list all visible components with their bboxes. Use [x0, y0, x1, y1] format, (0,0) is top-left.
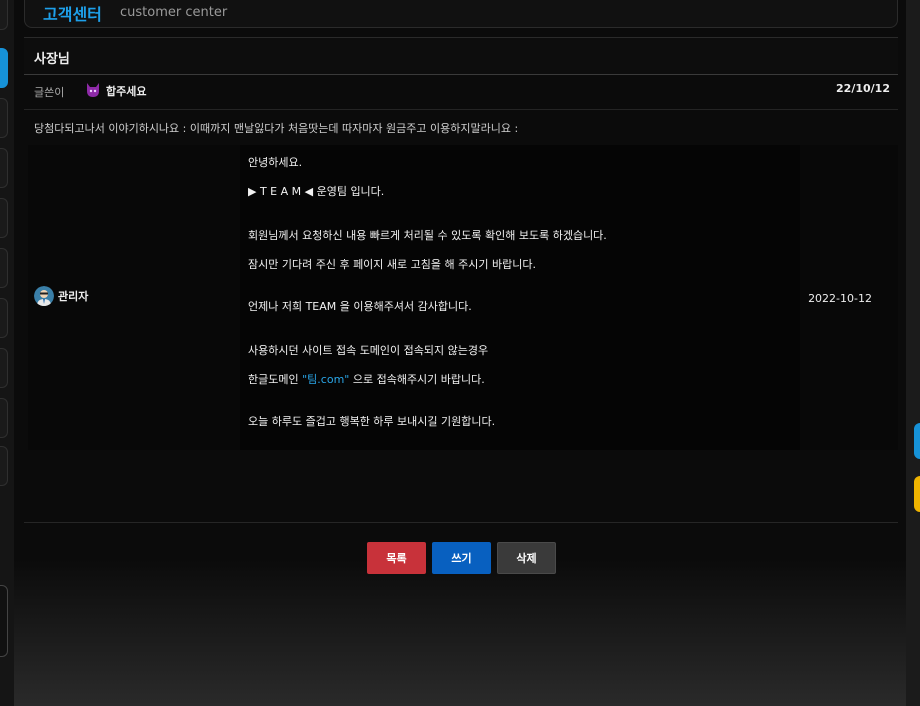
reply-line: 잠시만 기다려 주신 후 페이지 새로 고침을 해 주시기 바랍니다.	[248, 258, 536, 271]
right-blue-pill[interactable]	[914, 423, 920, 459]
post-body-text: 당첨다되고나서 이야기하시나요 : 이때까지 맨날잃다가 처음땃는데 따자마자 …	[34, 122, 519, 135]
domain-prefix: 한글도메인	[248, 373, 299, 386]
reply-line: 사용하시던 사이트 접속 도메인이 접속되지 않는경우	[248, 344, 489, 357]
header-subtitle: customer center	[120, 5, 228, 20]
reply-line: 회원님께서 요청하신 내용 빠르게 처리될 수 있도록 확인해 보도록 하겠습니…	[248, 229, 607, 242]
reply-line: ▶ T E A M ◀ 운영팀 입니다.	[248, 185, 385, 198]
post-title: 사장님	[34, 52, 70, 67]
reply-line: 안녕하세요.	[248, 156, 303, 169]
right-yellow-pill[interactable]	[914, 476, 920, 512]
right-sidebar-rail	[906, 0, 920, 706]
rail-tab[interactable]	[0, 446, 8, 486]
write-button[interactable]: 쓰기	[432, 542, 491, 574]
writer-label: 글쓴이	[34, 86, 65, 99]
main-content: 고객센터 customer center 사장님 글쓴이 합주세요 22/10/…	[14, 0, 906, 706]
rail-tab[interactable]	[0, 0, 8, 30]
rail-tab[interactable]	[0, 398, 8, 438]
header-title: 고객센터	[43, 5, 102, 24]
rail-tab[interactable]	[0, 348, 8, 388]
rail-tab[interactable]	[0, 248, 8, 288]
rail-tab-active[interactable]	[0, 48, 8, 88]
reply-date: 2022-10-12	[808, 292, 872, 305]
list-button[interactable]: 목록	[367, 542, 426, 574]
rail-card[interactable]	[0, 585, 8, 657]
delete-button[interactable]: 삭제	[497, 542, 556, 574]
domain-suffix: 으로 접속해주시기 바랍니다.	[352, 373, 485, 386]
reply-author: 관리자	[34, 286, 88, 306]
divider	[24, 522, 898, 523]
customer-center-header: 고객센터 customer center	[24, 0, 898, 28]
domain-link[interactable]: "팀.com"	[302, 373, 349, 386]
admin-name: 관리자	[58, 290, 89, 303]
writer-name[interactable]: 합주세요	[106, 83, 146, 99]
left-sidebar-rail	[0, 0, 14, 706]
reply-content: 안녕하세요. ▶ T E A M ◀ 운영팀 입니다. 회원님께서 요청하신 내…	[240, 145, 800, 450]
rail-tab[interactable]	[0, 148, 8, 188]
writer-row: 글쓴이 합주세요 22/10/12	[24, 74, 898, 110]
action-buttons: 목록 쓰기 삭제	[367, 542, 556, 574]
admin-reply: 관리자 안녕하세요. ▶ T E A M ◀ 운영팀 입니다. 회원님께서 요청…	[28, 145, 898, 450]
post-date: 22/10/12	[836, 82, 890, 95]
post-title-bar: 사장님	[24, 37, 898, 75]
reply-line: 언제나 저희 TEAM 을 이용해주셔서 감사합니다.	[248, 300, 472, 313]
admin-avatar-icon	[34, 286, 54, 306]
rail-tab[interactable]	[0, 98, 8, 138]
rail-tab[interactable]	[0, 198, 8, 238]
rail-tab[interactable]	[0, 298, 8, 338]
reply-line-domain: 한글도메인 "팀.com" 으로 접속해주시기 바랍니다.	[248, 371, 485, 387]
devil-icon	[86, 82, 100, 98]
reply-line: 오늘 하루도 즐겁고 행복한 하루 보내시길 기원합니다.	[248, 415, 496, 428]
